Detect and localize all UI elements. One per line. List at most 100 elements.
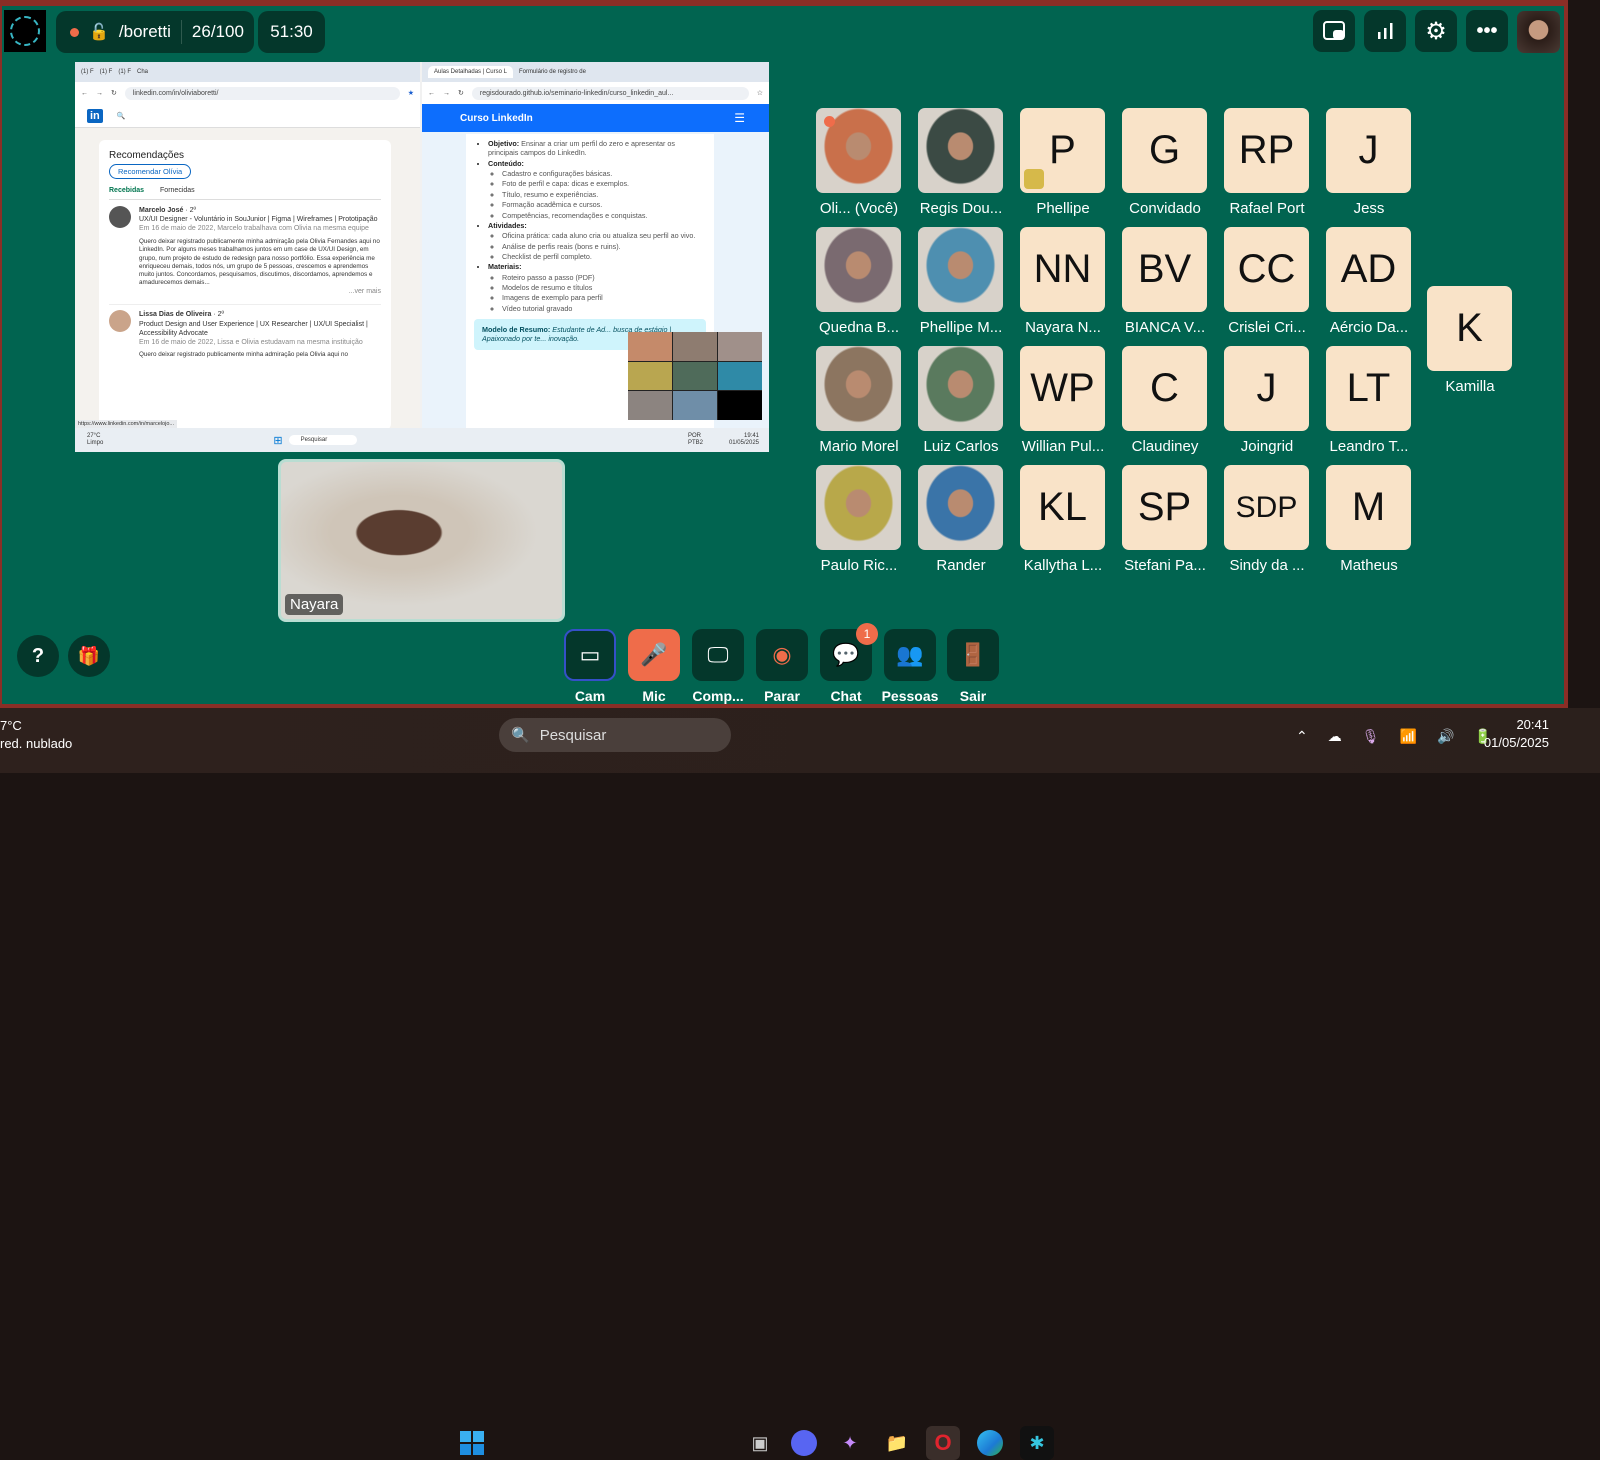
avatar [109, 310, 131, 333]
help-button[interactable]: ? [17, 635, 59, 677]
rec-name[interactable]: Lissa Dias de Oliveira [139, 311, 211, 318]
parar-button[interactable]: ◉ [756, 629, 808, 681]
star-icon[interactable]: ☆ [757, 89, 763, 97]
participant-video[interactable] [816, 227, 901, 312]
task-view-icon[interactable]: ▣ [743, 1426, 777, 1460]
participant-video[interactable] [816, 465, 901, 550]
participant-name: Regis Dou... [919, 200, 1003, 217]
unlock-icon[interactable]: 🔓 [89, 22, 109, 42]
participant-avatar[interactable]: J [1224, 346, 1309, 431]
edge-icon[interactable] [977, 1430, 1003, 1456]
participant-video[interactable] [816, 346, 901, 431]
tab[interactable]: Formulário de registro de [519, 69, 586, 75]
participant-avatar[interactable]: KL [1020, 465, 1105, 550]
participant-avatar[interactable]: J [1326, 108, 1411, 193]
back-icon[interactable]: ← [428, 90, 435, 97]
linkedin-logo-icon[interactable]: in [87, 108, 103, 123]
section-objective: Objetivo: Ensinar a criar um perfil do z… [488, 139, 706, 158]
back-icon[interactable]: ← [81, 90, 88, 97]
tab-received[interactable]: Recebidas [109, 187, 144, 194]
participant-avatar[interactable]: SP [1122, 465, 1207, 550]
reload-icon[interactable]: ↻ [458, 89, 464, 97]
onedrive-icon[interactable]: ☁ [1328, 728, 1342, 745]
participant-avatar[interactable]: C [1122, 346, 1207, 431]
cam-button[interactable]: ▭ [564, 629, 616, 681]
comp-button[interactable]: 🖵 [692, 629, 744, 681]
taskbar-search[interactable]: 🔍 Pesquisar [499, 718, 731, 752]
participant-avatar[interactable]: NN [1020, 227, 1105, 312]
tab[interactable]: (1) F [81, 69, 94, 75]
control-label: Pessoas [881, 688, 939, 704]
participant-avatar[interactable]: M [1326, 465, 1411, 550]
participant-avatar[interactable]: SDP [1224, 465, 1309, 550]
inner-kb: PTB2 [687, 440, 703, 446]
participant-video[interactable] [918, 108, 1003, 193]
inner-time: 19:41 [743, 433, 759, 440]
participant-video[interactable] [816, 108, 901, 193]
file-explorer-icon[interactable]: 📁 [880, 1426, 914, 1460]
participant-initials: CC [1237, 247, 1296, 291]
forward-icon[interactable]: → [443, 90, 450, 97]
star-icon[interactable]: ★ [408, 89, 414, 97]
participant-avatar[interactable]: K [1427, 286, 1512, 371]
start-button[interactable] [455, 1426, 489, 1460]
participant-avatar[interactable]: CC [1224, 227, 1309, 312]
more-button[interactable]: ••• [1466, 10, 1508, 52]
sair-button[interactable]: 🚪 [947, 629, 999, 681]
hamburger-menu-icon[interactable]: ☰ [734, 111, 745, 125]
participant-avatar[interactable]: LT [1326, 346, 1411, 431]
chat-button[interactable]: 💬 1 [820, 623, 878, 681]
search-icon[interactable]: 🔍 [117, 112, 126, 120]
browser-tabs: (1) F (1) F (1) F Cha [75, 62, 420, 82]
participant-avatar[interactable]: BV [1122, 227, 1207, 312]
address-bar[interactable]: linkedin.com/in/oliviaboretti/ [124, 86, 400, 100]
tab[interactable]: Cha [137, 69, 148, 75]
settings-button[interactable]: ⚙ [1415, 10, 1457, 52]
opera-icon[interactable]: O [926, 1426, 960, 1460]
rec-name[interactable]: Marcelo José [139, 207, 183, 214]
mic-button[interactable]: 🎤 [628, 629, 680, 681]
tab-given[interactable]: Fornecidas [160, 187, 195, 194]
tab[interactable]: (1) F [100, 69, 113, 75]
tab[interactable]: (1) F [118, 69, 131, 75]
copilot-icon[interactable]: ✦ [833, 1426, 867, 1460]
participant-avatar[interactable]: P [1020, 108, 1105, 193]
people-icon: 👥 [896, 642, 924, 667]
participant-avatar[interactable]: RP [1224, 108, 1309, 193]
gift-button[interactable]: 🎁 [68, 635, 110, 677]
site-brand[interactable]: Curso LinkedIn [460, 113, 533, 124]
presenter-video[interactable]: Nayara [278, 459, 565, 622]
reload-icon[interactable]: ↻ [111, 89, 117, 97]
weather-text[interactable]: red. nublado [0, 735, 72, 753]
forward-icon[interactable]: → [96, 90, 103, 97]
participant-avatar[interactable]: WP [1020, 346, 1105, 431]
pip-button[interactable] [1313, 10, 1355, 52]
wifi-icon[interactable]: 📶 [1400, 728, 1417, 745]
user-avatar[interactable] [1517, 11, 1560, 53]
participant-video[interactable] [918, 465, 1003, 550]
room-info-pill[interactable]: 🔓 /boretti 26/100 [56, 11, 254, 53]
control-label: Mic [642, 688, 666, 704]
weather-temp[interactable]: 7°C [0, 717, 72, 735]
rec-degree: · 2º [185, 207, 197, 214]
participant-video[interactable] [918, 346, 1003, 431]
participant-avatar[interactable]: G [1122, 108, 1207, 193]
stats-button[interactable] [1364, 10, 1406, 52]
participant-video[interactable] [918, 227, 1003, 312]
recommend-button[interactable]: Recomendar Olívia [109, 164, 192, 179]
discord-icon[interactable] [791, 1430, 817, 1456]
participant-name: Kallytha L... [1023, 557, 1103, 574]
app-icon[interactable]: ✱ [1020, 1426, 1054, 1460]
clock[interactable]: 20:41 01/05/2025 [1484, 716, 1549, 752]
tab[interactable]: Aulas Detalhadas | Curso L [428, 66, 513, 78]
participant-avatar[interactable]: AD [1326, 227, 1411, 312]
chevron-up-icon[interactable]: ⌃ [1296, 728, 1308, 745]
address-bar[interactable]: regisdourado.github.io/seminario-linkedi… [471, 86, 749, 100]
microphone-icon[interactable]: 🎙 [1362, 728, 1380, 745]
windows-start-icon[interactable]: ⊞ [273, 434, 282, 447]
pessoas-button[interactable]: 👥 [884, 629, 936, 681]
participant-name: Stefani Pa... [1124, 557, 1206, 574]
volume-icon[interactable]: 🔊 [1437, 728, 1454, 745]
inner-search[interactable]: Pesquisar [288, 435, 358, 445]
see-more-link[interactable]: ...ver mais [139, 287, 381, 296]
